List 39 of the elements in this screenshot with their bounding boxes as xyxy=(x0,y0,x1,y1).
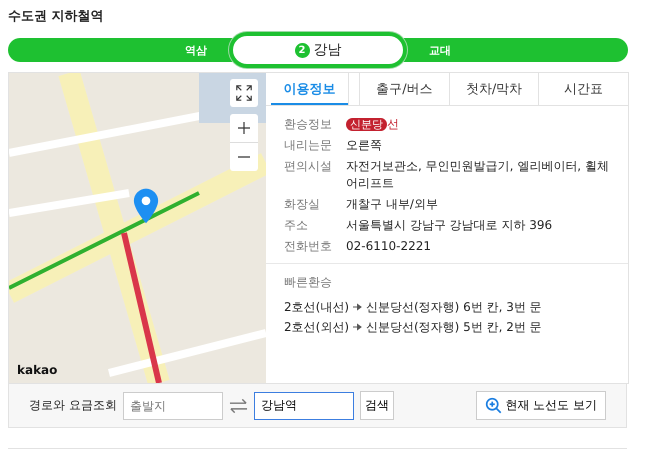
minus-icon xyxy=(238,156,250,158)
info-label: 전화번호 xyxy=(284,238,333,255)
route-map-button[interactable]: 현재 노선도 보기 xyxy=(476,391,606,420)
info-label: 환승정보 xyxy=(284,116,333,133)
zoom-in-button[interactable] xyxy=(230,114,258,142)
line-number-badge: 2 xyxy=(294,42,310,58)
info-label: 편의시설 xyxy=(284,158,333,175)
info-value: 오른쪽 xyxy=(346,137,383,154)
line-badge[interactable]: 신분당 xyxy=(346,118,387,131)
station-name: 강남 xyxy=(314,41,342,59)
location-pin-icon xyxy=(133,188,159,224)
search-button[interactable]: 검색 xyxy=(360,391,394,420)
info-value: 개찰구 내부/외부 xyxy=(346,196,439,213)
arrow-right-icon xyxy=(353,323,362,331)
fullscreen-button[interactable] xyxy=(230,79,258,107)
map-attribution: kakao xyxy=(17,363,58,377)
info-value: 02-6110-2221 xyxy=(346,238,432,255)
plus-icon xyxy=(238,122,250,134)
quick-transfer-heading: 빠른환승 xyxy=(284,274,333,291)
tab[interactable]: 이용정보 xyxy=(271,73,350,105)
line-suffix: 선 xyxy=(387,117,399,131)
zoom-in-icon xyxy=(485,397,502,414)
route-label: 경로와 요금조회 xyxy=(29,397,117,414)
origin-field[interactable]: 출발지 xyxy=(122,392,223,420)
transfer-to: 신분당선(정자행) 5번 칸, 2번 문 xyxy=(366,319,542,336)
arrow-right-icon xyxy=(353,303,362,311)
swap-icon[interactable] xyxy=(228,398,248,414)
destination-field[interactable]: 강남역 xyxy=(254,392,354,420)
info-value: 서울특별시 강남구 강남대로 지하 396 xyxy=(346,217,554,234)
info-label: 내리는문 xyxy=(284,137,333,154)
info-label: 주소 xyxy=(284,217,309,234)
info-label: 화장실 xyxy=(284,196,321,213)
transfer-to: 신분당선(정자행) 6번 칸, 3번 문 xyxy=(366,299,542,316)
transfer-from: 2호선(외선) xyxy=(284,319,349,336)
transfer-from: 2호선(내선) xyxy=(284,299,349,316)
expand-icon xyxy=(235,84,253,102)
page-title: 수도권 지하철역 xyxy=(8,8,105,26)
info-value: 자전거보관소, 무인민원발급기, 엘리베이터, 휠체어리프트 xyxy=(346,158,610,192)
map-placeholder[interactable]: kakao xyxy=(9,73,266,383)
